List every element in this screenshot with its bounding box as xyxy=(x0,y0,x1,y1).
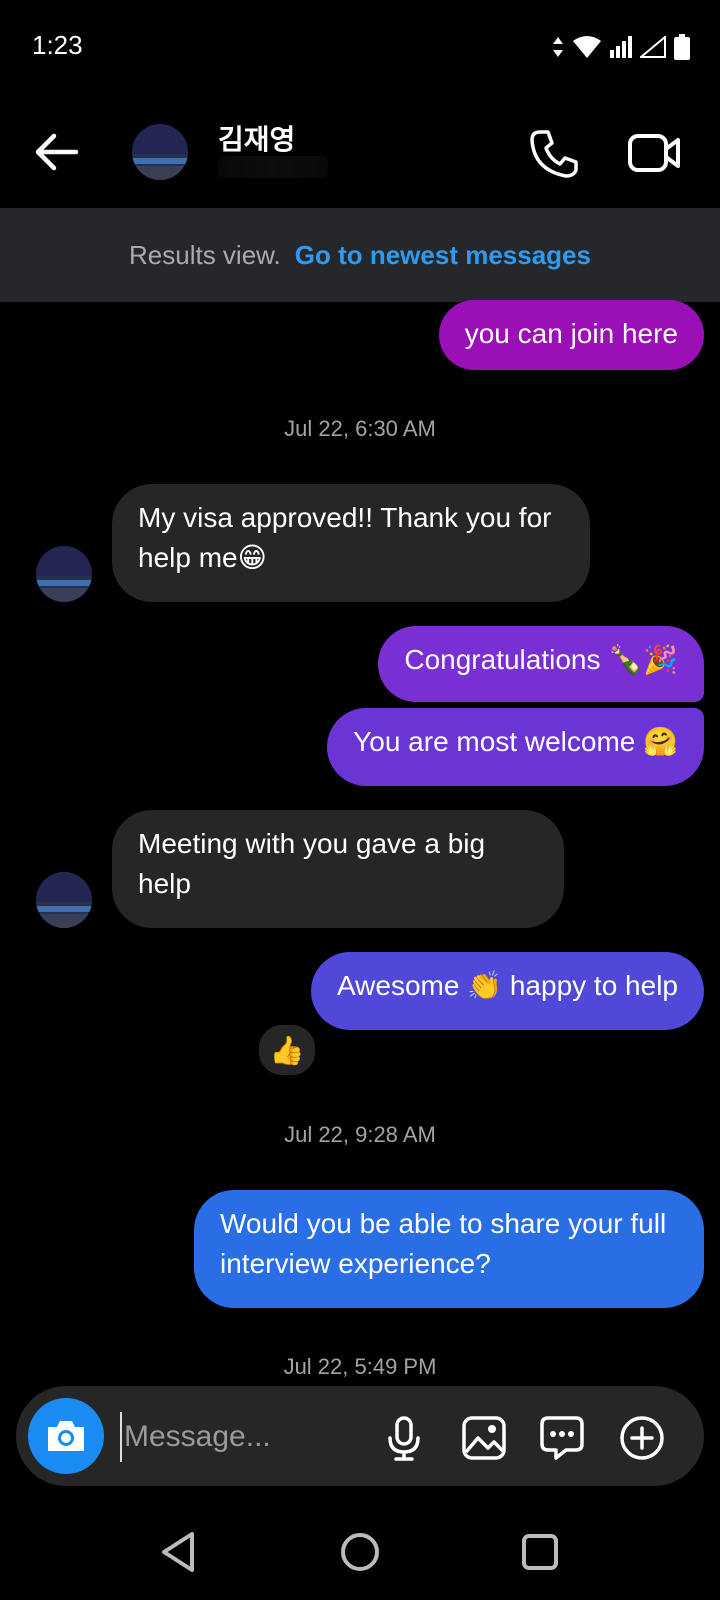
message-bubble[interactable]: Would you be able to share your full int… xyxy=(194,1190,704,1308)
camera-icon xyxy=(48,1421,84,1451)
video-camera-icon xyxy=(628,134,680,172)
contact-subtitle xyxy=(218,156,328,178)
phone-icon xyxy=(530,130,578,178)
timestamp: Jul 22, 6:30 AM xyxy=(284,416,436,441)
results-banner: Results view. Go to newest messages xyxy=(0,208,720,302)
wifi-icon xyxy=(573,36,601,58)
message-bubble[interactable]: My visa approved!! Thank you for help me… xyxy=(112,484,590,602)
contact-name[interactable]: 김재영 xyxy=(218,118,295,158)
message-bubble[interactable]: you can join here xyxy=(438,300,704,370)
gallery-button[interactable] xyxy=(460,1414,508,1462)
timestamp: Jul 22, 9:28 AM xyxy=(284,1122,436,1147)
status-icons xyxy=(552,34,690,60)
battery-icon xyxy=(674,34,690,60)
data-arrows-icon xyxy=(553,37,563,57)
sticker-button[interactable] xyxy=(538,1414,586,1462)
microphone-icon xyxy=(388,1416,420,1461)
triangle-back-icon xyxy=(162,1532,194,1572)
nav-home-button[interactable] xyxy=(336,1528,384,1576)
nav-recents-button[interactable] xyxy=(516,1528,564,1576)
video-call-button[interactable] xyxy=(626,128,684,180)
microphone-button[interactable] xyxy=(380,1414,428,1462)
chat-bubble-icon xyxy=(540,1416,584,1460)
message-bubble[interactable]: Meeting with you gave a big help xyxy=(112,810,564,928)
status-time: 1:23 xyxy=(32,30,83,60)
more-button[interactable] xyxy=(618,1414,666,1462)
message-bubble[interactable]: You are most welcome 🤗 xyxy=(327,708,704,786)
nav-back-button[interactable] xyxy=(156,1528,204,1576)
circle-home-icon xyxy=(341,1533,379,1571)
contact-avatar[interactable] xyxy=(132,124,188,180)
reaction-badge[interactable]: 👍 xyxy=(256,1022,318,1078)
signal-icon xyxy=(610,36,632,58)
signal-empty-icon xyxy=(640,36,666,58)
square-recents-icon xyxy=(522,1534,558,1570)
message-bubble[interactable]: Congratulations 🍾🎉 xyxy=(378,626,704,702)
call-button[interactable] xyxy=(528,128,580,180)
results-view-label: Results view. xyxy=(129,239,281,270)
plus-circle-icon xyxy=(620,1416,664,1460)
message-bubble[interactable]: Awesome 👏 happy to help xyxy=(311,952,704,1030)
timestamp: Jul 22, 5:49 PM xyxy=(283,1354,437,1379)
sender-avatar[interactable] xyxy=(36,872,92,928)
go-to-newest-link[interactable]: Go to newest messages xyxy=(295,240,591,271)
message-input[interactable] xyxy=(120,1412,366,1462)
sender-avatar[interactable] xyxy=(36,546,92,602)
back-button[interactable] xyxy=(30,130,82,174)
image-icon xyxy=(462,1416,506,1460)
camera-button[interactable] xyxy=(28,1398,104,1474)
arrow-left-icon xyxy=(35,133,79,171)
